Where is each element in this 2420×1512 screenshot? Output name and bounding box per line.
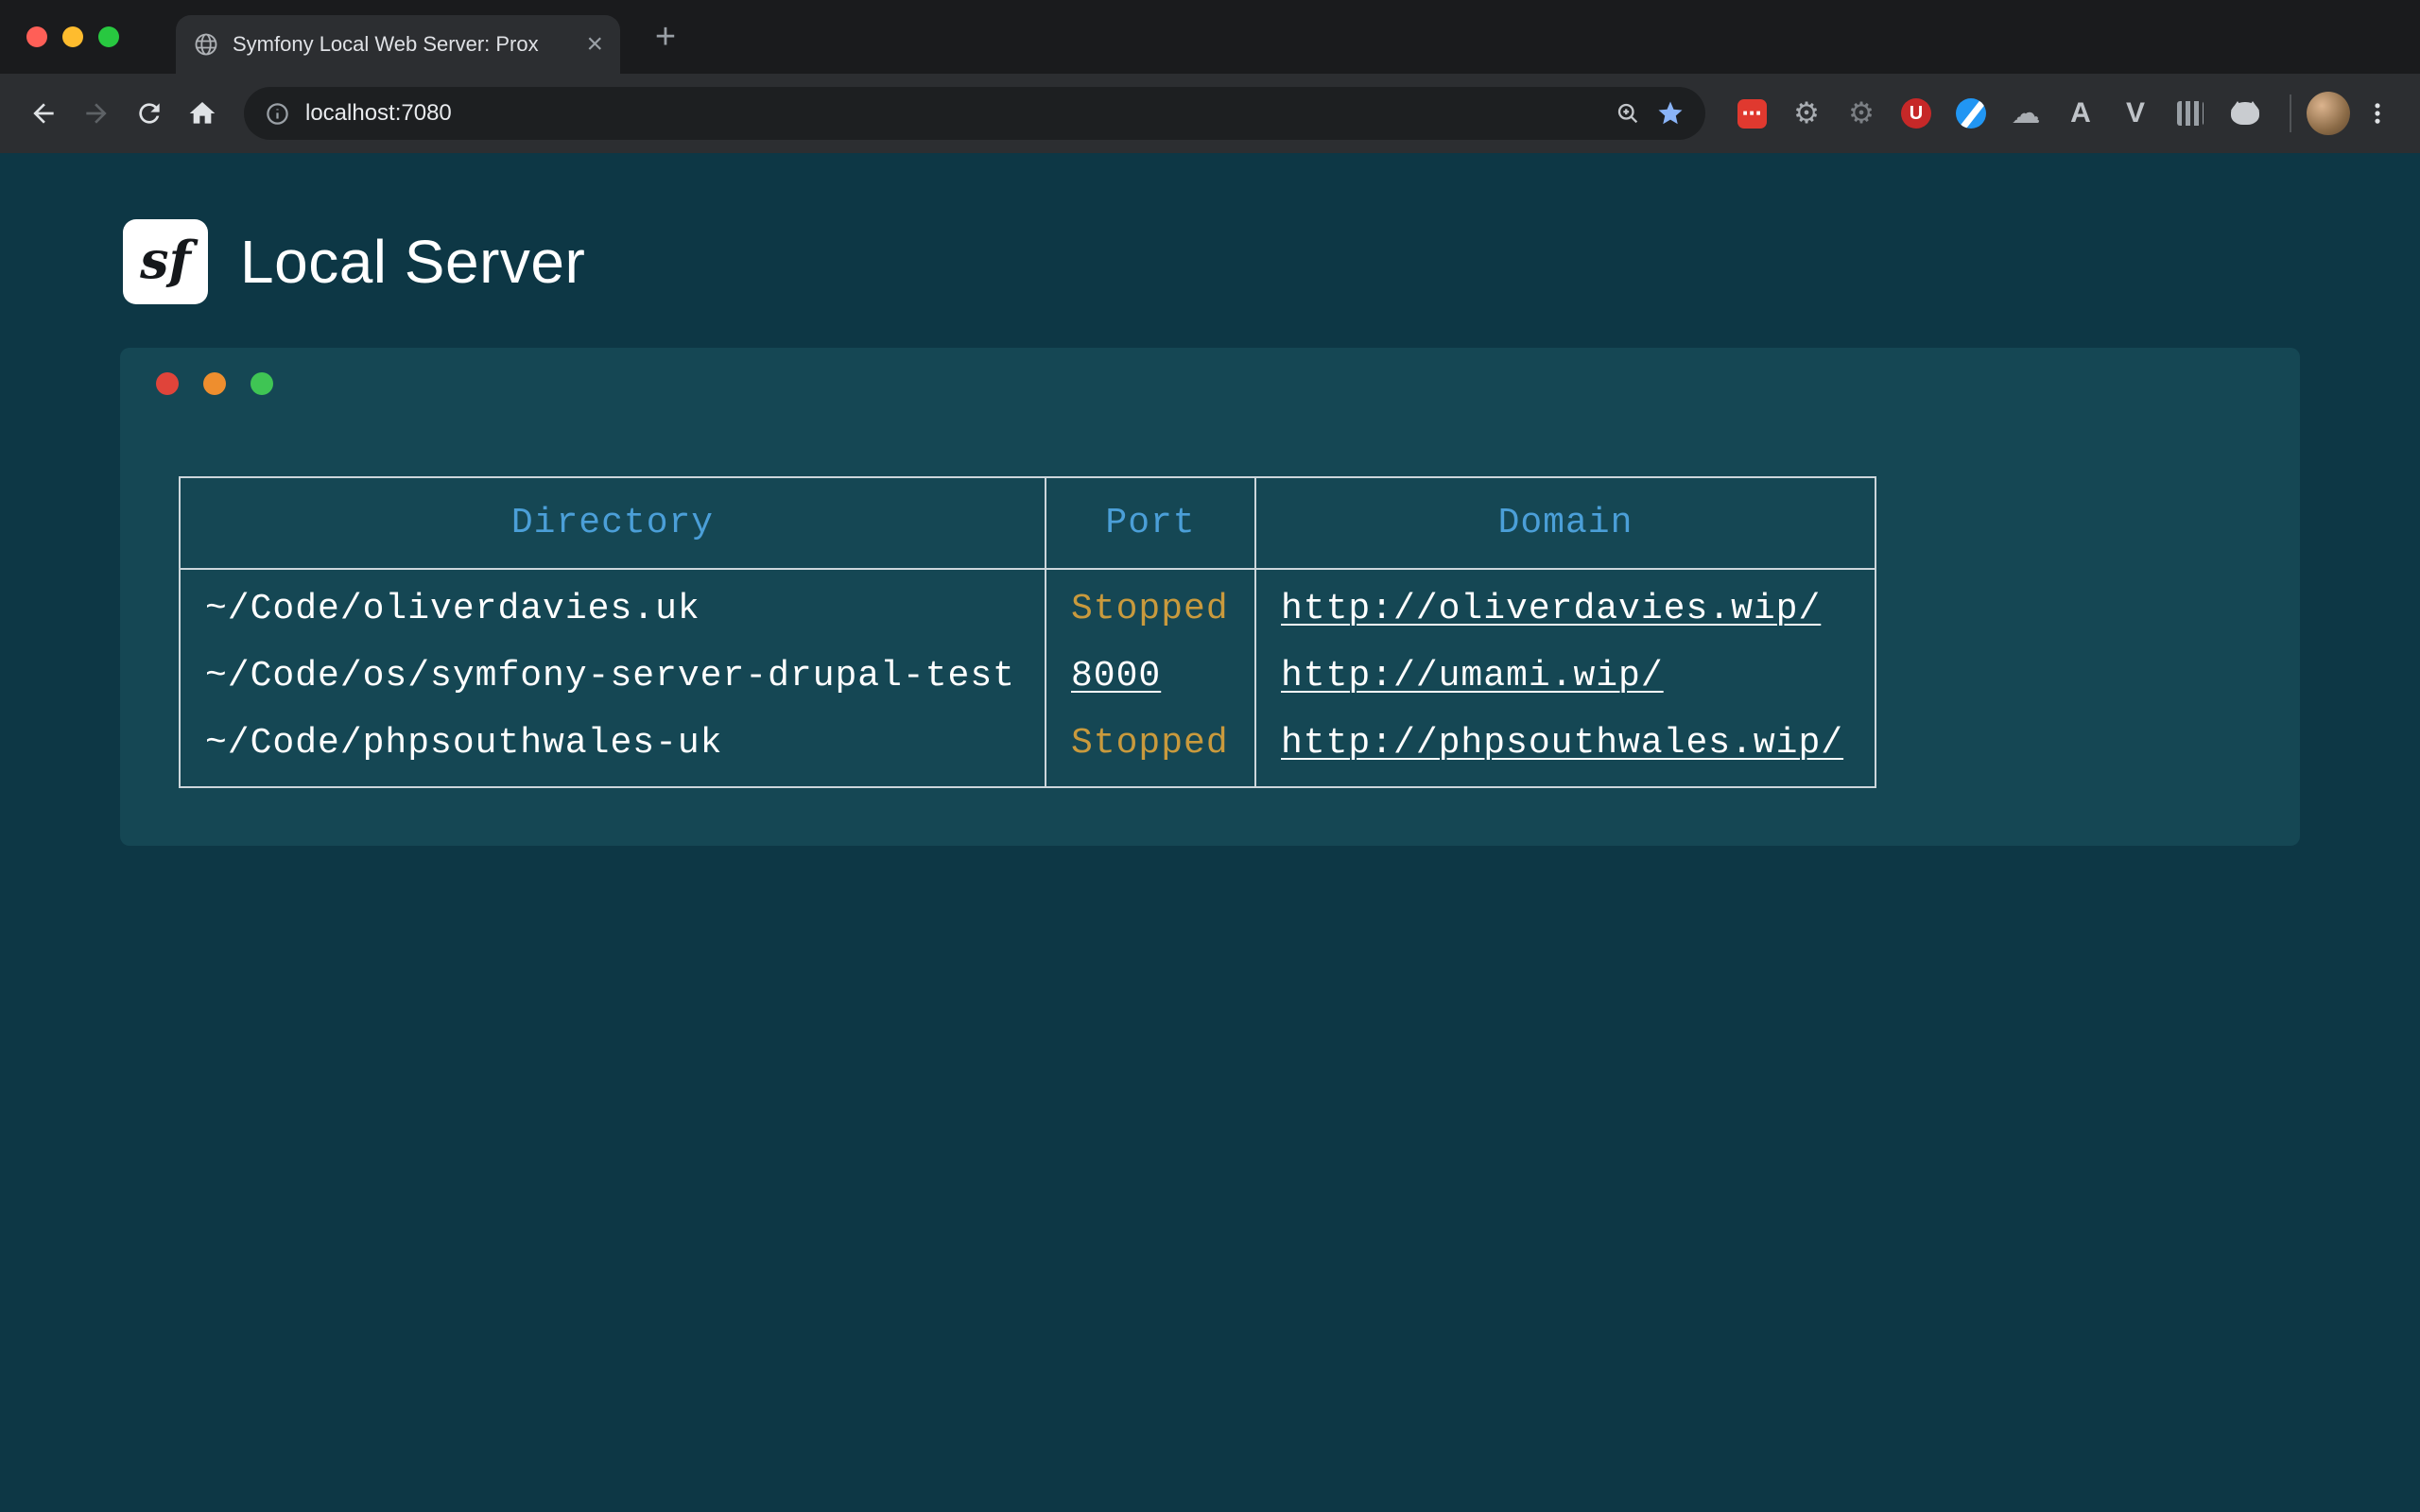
browser-tab[interactable]: Symfony Local Web Server: Prox × <box>176 15 620 74</box>
symfony-logo-glyph: sf <box>140 230 191 290</box>
extension-bars-icon[interactable] <box>2169 92 2212 135</box>
extension-gear-icon[interactable]: ⚙ <box>1785 92 1828 135</box>
chrome-menu-button[interactable] <box>2354 90 2401 137</box>
port-link[interactable]: 8000 <box>1071 656 1161 696</box>
extension-letter-a-icon[interactable]: A <box>2059 92 2102 135</box>
extension-letter-a-icon-glyph: A <box>2070 97 2091 129</box>
port-cell: Stopped <box>1046 710 1255 787</box>
back-arrow-icon <box>28 98 59 129</box>
domain-link[interactable]: http://umami.wip/ <box>1281 656 1664 696</box>
extension-u-badge-icon-glyph: U <box>1901 98 1931 129</box>
domain-cell: http://phpsouthwales.wip/ <box>1255 710 1876 787</box>
port-cell: Stopped <box>1046 569 1255 643</box>
window-zoom-button[interactable] <box>98 26 119 47</box>
zoom-icon[interactable] <box>1615 100 1641 127</box>
extension-gear-icon-glyph: ⚙ <box>1793 96 1820 130</box>
kebab-menu-icon <box>2364 100 2391 127</box>
toolbar-divider <box>2290 94 2291 132</box>
extension-blue-disc-icon[interactable] <box>1949 92 1993 135</box>
directory-cell: ~/Code/os/symfony-server-drupal-test <box>180 643 1046 710</box>
terminal-card: Directory Port Domain ~/Code/oliverdavie… <box>120 348 2300 846</box>
domain-link[interactable]: http://phpsouthwales.wip/ <box>1281 723 1843 764</box>
directory-cell: ~/Code/phpsouthwales-uk <box>180 710 1046 787</box>
page-title: Local Server <box>240 227 585 297</box>
domain-cell: http://oliverdavies.wip/ <box>1255 569 1876 643</box>
domain-cell: http://umami.wip/ <box>1255 643 1876 710</box>
extension-red-dots-icon-glyph: ⋯ <box>1737 99 1767 129</box>
terminal-window-dots <box>156 372 2300 395</box>
server-table-body: ~/Code/oliverdavies.uk Stopped http://ol… <box>180 569 1876 787</box>
window-controls <box>26 26 119 47</box>
home-icon <box>187 98 217 129</box>
page-info-icon[interactable] <box>265 101 290 127</box>
forward-button[interactable] <box>72 89 121 138</box>
table-row: ~/Code/phpsouthwales-uk Stopped http://p… <box>180 710 1876 787</box>
forward-arrow-icon <box>81 98 112 129</box>
extension-cog-icon[interactable]: ⚙ <box>1840 92 1883 135</box>
new-tab-button[interactable]: + <box>639 10 692 63</box>
table-row: ~/Code/oliverdavies.uk Stopped http://ol… <box>180 569 1876 643</box>
extension-red-dots-icon[interactable]: ⋯ <box>1730 92 1773 135</box>
extension-cloud-icon[interactable]: ☁ <box>2004 92 2048 135</box>
back-button[interactable] <box>19 89 68 138</box>
reload-button[interactable] <box>125 89 174 138</box>
table-row: ~/Code/os/symfony-server-drupal-test 800… <box>180 643 1876 710</box>
domain-column-header: Domain <box>1255 477 1876 569</box>
address-text: localhost:7080 <box>305 100 452 127</box>
directory-column-header: Directory <box>180 477 1046 569</box>
tab-strip: Symfony Local Web Server: Prox × + <box>0 0 2420 74</box>
extensions-bar: ⋯ ⚙ ⚙ U ☁ A V <box>1722 92 2274 135</box>
extension-cloud-icon-glyph: ☁ <box>2012 96 2041 130</box>
extension-u-badge-icon[interactable]: U <box>1894 92 1938 135</box>
extension-letter-v-icon-glyph: V <box>2126 97 2145 129</box>
directory-cell: ~/Code/oliverdavies.uk <box>180 569 1046 643</box>
extension-octocat-icon-glyph <box>2231 102 2259 125</box>
server-table: Directory Port Domain ~/Code/oliverdavie… <box>179 476 1876 788</box>
tab-title: Symfony Local Web Server: Prox <box>233 32 573 57</box>
browser-window: Symfony Local Web Server: Prox × + local… <box>0 0 2420 153</box>
window-close-button[interactable] <box>26 26 47 47</box>
terminal-dot-green-icon <box>251 372 273 395</box>
bookmark-star-icon[interactable] <box>1656 99 1685 128</box>
window-minimize-button[interactable] <box>62 26 83 47</box>
home-button[interactable] <box>178 89 227 138</box>
profile-avatar[interactable] <box>2307 92 2350 135</box>
extension-bars-icon-glyph <box>2177 101 2204 126</box>
tab-close-icon[interactable]: × <box>586 30 603 59</box>
domain-link[interactable]: http://oliverdavies.wip/ <box>1281 589 1821 629</box>
extension-cog-icon-glyph: ⚙ <box>1848 96 1875 130</box>
extension-letter-v-icon[interactable]: V <box>2114 92 2157 135</box>
extension-octocat-icon[interactable] <box>2223 92 2267 135</box>
reload-icon <box>134 98 164 129</box>
symfony-logo-icon: sf <box>123 219 208 304</box>
port-column-header: Port <box>1046 477 1255 569</box>
table-header-row: Directory Port Domain <box>180 477 1876 569</box>
terminal-dot-orange-icon <box>203 372 226 395</box>
address-bar[interactable]: localhost:7080 <box>244 87 1705 140</box>
globe-favicon-icon <box>193 31 219 58</box>
terminal-dot-red-icon <box>156 372 179 395</box>
extension-blue-disc-icon-glyph <box>1956 98 1986 129</box>
port-cell: 8000 <box>1046 643 1255 710</box>
brand-header: sf Local Server <box>123 219 2420 304</box>
browser-toolbar: localhost:7080 ⋯ ⚙ ⚙ U ☁ A V <box>0 74 2420 153</box>
page-content: sf Local Server Directory Port Domain ~/… <box>0 153 2420 1512</box>
